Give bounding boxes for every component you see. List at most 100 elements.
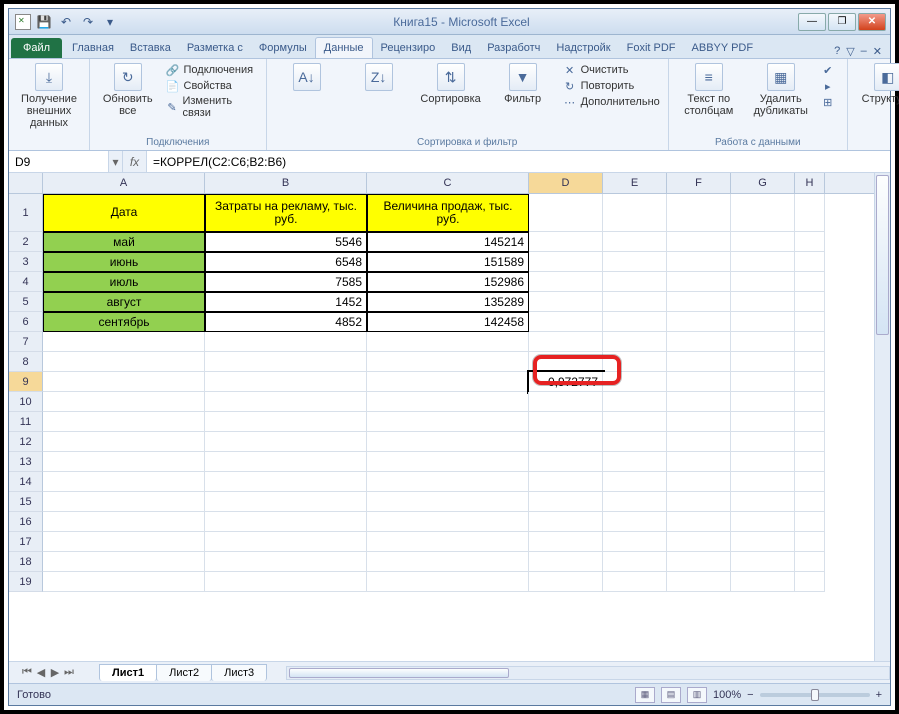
- row-header-7[interactable]: 7: [9, 332, 43, 352]
- cell-F17[interactable]: [667, 532, 731, 552]
- row-header-17[interactable]: 17: [9, 532, 43, 552]
- tab-abbyy pdf[interactable]: ABBYY PDF: [684, 38, 762, 58]
- cell-C19[interactable]: [367, 572, 529, 592]
- cell-G5[interactable]: [731, 292, 795, 312]
- cell-D14[interactable]: [529, 472, 603, 492]
- cell-B1[interactable]: Затраты на рекламу, тыс. руб.: [205, 194, 367, 232]
- cell-B16[interactable]: [205, 512, 367, 532]
- cell-G19[interactable]: [731, 572, 795, 592]
- col-header-C[interactable]: C: [367, 173, 529, 193]
- cell-G7[interactable]: [731, 332, 795, 352]
- tab-формулы[interactable]: Формулы: [251, 38, 315, 58]
- cell-F19[interactable]: [667, 572, 731, 592]
- cell-F16[interactable]: [667, 512, 731, 532]
- cell-E11[interactable]: [603, 412, 667, 432]
- cell-A11[interactable]: [43, 412, 205, 432]
- ribbon-small-btn[interactable]: ✕Очистить: [563, 63, 660, 77]
- sheet-tab-Лист1[interactable]: Лист1: [99, 664, 157, 681]
- cell-A14[interactable]: [43, 472, 205, 492]
- cell-D19[interactable]: [529, 572, 603, 592]
- cell-F10[interactable]: [667, 392, 731, 412]
- col-header-H[interactable]: H: [795, 173, 825, 193]
- cell-F15[interactable]: [667, 492, 731, 512]
- cell-D10[interactable]: [529, 392, 603, 412]
- row-header-3[interactable]: 3: [9, 252, 43, 272]
- cell-D8[interactable]: [529, 352, 603, 372]
- view-page-layout[interactable]: ▤: [661, 687, 681, 703]
- select-all-corner[interactable]: [9, 173, 43, 193]
- row-header-4[interactable]: 4: [9, 272, 43, 292]
- minimize-button[interactable]: —: [798, 13, 826, 31]
- cell-E12[interactable]: [603, 432, 667, 452]
- cell-B12[interactable]: [205, 432, 367, 452]
- tab-вид[interactable]: Вид: [443, 38, 479, 58]
- ribbon-small-btn[interactable]: ▸: [821, 79, 839, 93]
- cell-H19[interactable]: [795, 572, 825, 592]
- cell-B11[interactable]: [205, 412, 367, 432]
- cell-C7[interactable]: [367, 332, 529, 352]
- cell-B17[interactable]: [205, 532, 367, 552]
- ribbon-btn[interactable]: ⇅Сортировка: [419, 63, 483, 105]
- cell-D3[interactable]: [529, 252, 603, 272]
- fx-button[interactable]: fx: [123, 151, 147, 172]
- cell-D2[interactable]: [529, 232, 603, 252]
- cell-G17[interactable]: [731, 532, 795, 552]
- cell-E15[interactable]: [603, 492, 667, 512]
- cell-A5[interactable]: август: [43, 292, 205, 312]
- cell-A8[interactable]: [43, 352, 205, 372]
- cell-B15[interactable]: [205, 492, 367, 512]
- cell-E16[interactable]: [603, 512, 667, 532]
- col-header-F[interactable]: F: [667, 173, 731, 193]
- cell-G14[interactable]: [731, 472, 795, 492]
- col-header-A[interactable]: A: [43, 173, 205, 193]
- cell-D12[interactable]: [529, 432, 603, 452]
- cell-E14[interactable]: [603, 472, 667, 492]
- cell-C4[interactable]: 152986: [367, 272, 529, 292]
- cell-F11[interactable]: [667, 412, 731, 432]
- ribbon-small-btn[interactable]: 🔗Подключения: [166, 63, 258, 77]
- cell-G9[interactable]: [731, 372, 795, 392]
- tab-главная[interactable]: Главная: [64, 38, 122, 58]
- cell-C15[interactable]: [367, 492, 529, 512]
- doc-close[interactable]: ✕: [873, 45, 882, 58]
- cell-G10[interactable]: [731, 392, 795, 412]
- cell-A12[interactable]: [43, 432, 205, 452]
- cell-D15[interactable]: [529, 492, 603, 512]
- undo-button[interactable]: ↶: [57, 13, 75, 31]
- formula-input[interactable]: =КОРРЕЛ(C2:C6;B2:B6): [147, 151, 890, 172]
- doc-minimize[interactable]: –: [861, 45, 867, 58]
- col-header-E[interactable]: E: [603, 173, 667, 193]
- horizontal-scrollbar[interactable]: [286, 666, 890, 680]
- col-header-G[interactable]: G: [731, 173, 795, 193]
- cell-D7[interactable]: [529, 332, 603, 352]
- cell-C12[interactable]: [367, 432, 529, 452]
- cell-F5[interactable]: [667, 292, 731, 312]
- ribbon-small-btn[interactable]: ↻Повторить: [563, 79, 660, 93]
- cell-D18[interactable]: [529, 552, 603, 572]
- ribbon-small-btn[interactable]: ⊞: [821, 95, 839, 109]
- save-button[interactable]: 💾: [35, 13, 53, 31]
- cell-A7[interactable]: [43, 332, 205, 352]
- cell-F4[interactable]: [667, 272, 731, 292]
- row-header-6[interactable]: 6: [9, 312, 43, 332]
- cell-A6[interactable]: сентябрь: [43, 312, 205, 332]
- cell-F14[interactable]: [667, 472, 731, 492]
- cell-C5[interactable]: 135289: [367, 292, 529, 312]
- cell-H4[interactable]: [795, 272, 825, 292]
- ribbon-btn[interactable]: ◧Структура: [856, 63, 899, 105]
- cell-H17[interactable]: [795, 532, 825, 552]
- tab-разработч[interactable]: Разработч: [479, 38, 548, 58]
- cell-C8[interactable]: [367, 352, 529, 372]
- view-page-break[interactable]: ▥: [687, 687, 707, 703]
- name-box[interactable]: D9: [9, 151, 109, 172]
- cell-G8[interactable]: [731, 352, 795, 372]
- cell-E2[interactable]: [603, 232, 667, 252]
- tab-foxit pdf[interactable]: Foxit PDF: [619, 38, 684, 58]
- cell-C3[interactable]: 151589: [367, 252, 529, 272]
- cell-H15[interactable]: [795, 492, 825, 512]
- cell-F1[interactable]: [667, 194, 731, 232]
- cell-B14[interactable]: [205, 472, 367, 492]
- cell-H11[interactable]: [795, 412, 825, 432]
- row-header-10[interactable]: 10: [9, 392, 43, 412]
- row-header-12[interactable]: 12: [9, 432, 43, 452]
